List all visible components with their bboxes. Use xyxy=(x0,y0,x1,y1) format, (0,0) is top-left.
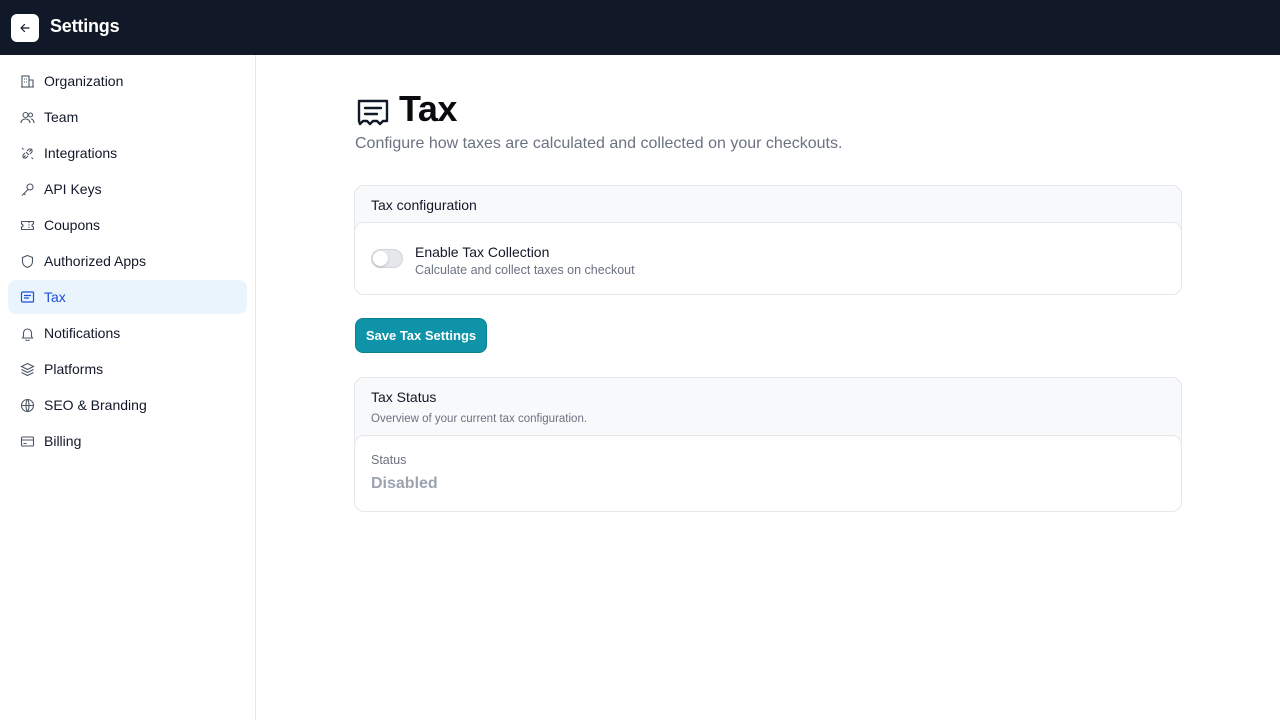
sidebar-item-label: Tax xyxy=(44,289,66,305)
receipt-icon xyxy=(355,95,391,131)
ticket-icon xyxy=(20,218,35,233)
sidebar-item-label: Billing xyxy=(44,433,82,449)
toggle-description: Calculate and collect taxes on checkout xyxy=(415,263,635,277)
main-content: Tax Configure how taxes are calculated a… xyxy=(256,55,1280,720)
sidebar-item-notifications[interactable]: Notifications xyxy=(8,316,247,350)
sidebar-item-label: Organization xyxy=(44,73,124,89)
sidebar-item-label: SEO & Branding xyxy=(44,397,147,413)
toggle-knob xyxy=(373,251,388,266)
card-body: Status Disabled xyxy=(355,435,1181,511)
enable-tax-toggle[interactable] xyxy=(371,249,403,268)
card-description: Overview of your current tax configurati… xyxy=(371,413,588,425)
sidebar-item-team[interactable]: Team xyxy=(8,100,247,134)
top-bar: Settings xyxy=(0,0,1280,55)
layers-icon xyxy=(20,362,35,377)
bell-icon xyxy=(20,326,35,341)
sidebar-item-authorized-apps[interactable]: Authorized Apps xyxy=(8,244,247,278)
sidebar-item-organization[interactable]: Organization xyxy=(8,64,247,98)
card-body: Enable Tax Collection Calculate and coll… xyxy=(355,222,1181,294)
tax-status-card: Tax Status Overview of your current tax … xyxy=(354,377,1182,512)
status-value: Disabled xyxy=(371,475,438,492)
sidebar-item-coupons[interactable]: Coupons xyxy=(8,208,247,242)
sidebar-item-seo-branding[interactable]: SEO & Branding xyxy=(8,388,247,422)
toggle-title: Enable Tax Collection xyxy=(415,244,550,260)
sidebar-item-label: Coupons xyxy=(44,217,101,233)
sidebar-item-label: Notifications xyxy=(44,325,121,341)
sidebar-item-label: Authorized Apps xyxy=(44,253,146,269)
status-label: Status xyxy=(371,453,407,467)
key-icon xyxy=(20,182,35,197)
sidebar-item-tax[interactable]: Tax xyxy=(8,280,247,314)
tax-configuration-card: Tax configuration Enable Tax Collection … xyxy=(354,185,1182,295)
sidebar-item-platforms[interactable]: Platforms xyxy=(8,352,247,386)
building-icon xyxy=(20,74,35,89)
sidebar: Organization Team Integrations API Keys … xyxy=(0,55,256,720)
back-button[interactable] xyxy=(11,14,39,42)
sidebar-item-integrations[interactable]: Integrations xyxy=(8,136,247,170)
receipt-icon xyxy=(20,290,35,305)
sidebar-item-label: Team xyxy=(44,109,79,125)
card-header-title: Tax configuration xyxy=(371,197,477,213)
plug-icon xyxy=(20,146,35,161)
sidebar-item-label: Integrations xyxy=(44,145,118,161)
globe-icon xyxy=(20,398,35,413)
shield-icon xyxy=(20,254,35,269)
sidebar-item-api-keys[interactable]: API Keys xyxy=(8,172,247,206)
arrow-left-icon xyxy=(19,22,31,34)
page-title: Tax xyxy=(399,88,457,129)
sidebar-item-label: API Keys xyxy=(44,181,102,197)
card-header-title: Tax Status xyxy=(371,389,437,405)
sidebar-item-label: Platforms xyxy=(44,361,104,377)
save-tax-settings-button[interactable]: Save Tax Settings xyxy=(355,318,487,353)
app-title: Settings xyxy=(50,16,120,36)
users-icon xyxy=(20,110,35,125)
sidebar-item-billing[interactable]: Billing xyxy=(8,424,247,458)
page-subtitle: Configure how taxes are calculated and c… xyxy=(355,135,843,152)
credit-card-icon xyxy=(20,434,35,449)
